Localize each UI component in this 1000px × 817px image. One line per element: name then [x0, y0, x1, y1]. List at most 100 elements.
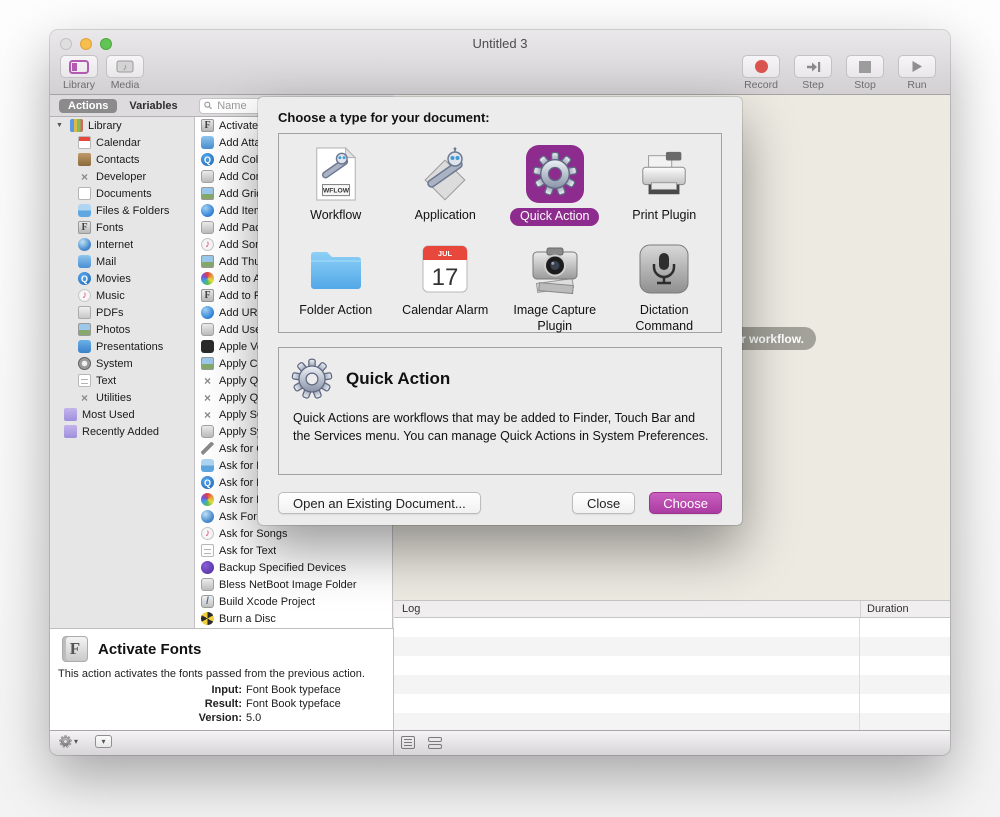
- sidebar-item-utilities[interactable]: ×Utilities: [50, 389, 194, 406]
- safari-icon: [201, 306, 214, 319]
- doc-type-folder-action[interactable]: Folder Action: [281, 234, 391, 334]
- action-item-label: Ask for F: [219, 460, 263, 472]
- search-icon: [204, 101, 212, 110]
- record-button[interactable]: Record: [738, 55, 784, 91]
- doc-icon: [78, 187, 91, 200]
- doc-type-print-plugin[interactable]: Print Plugin: [610, 139, 720, 234]
- library-books-icon: [70, 119, 83, 132]
- smart-icon: [64, 425, 77, 438]
- action-item-label: Ask for Text: [219, 545, 276, 557]
- type-detail-description: Quick Actions are workflows that may be …: [291, 409, 709, 445]
- purple-icon: [201, 561, 214, 574]
- action-item-bless-netboot-image-folder[interactable]: Bless NetBoot Image Folder: [195, 576, 392, 593]
- robot-icon: [201, 221, 214, 234]
- sidebar-item-internet[interactable]: Internet: [50, 236, 194, 253]
- x-icon: ×: [78, 170, 91, 183]
- workflow-icon: WFLOW: [307, 145, 365, 203]
- disclosure-triangle-icon[interactable]: ▼: [56, 122, 65, 129]
- sidebar-library-label: Library: [88, 120, 122, 132]
- dictation-command-icon: [635, 240, 693, 298]
- contacts-icon: [78, 153, 91, 166]
- library-button[interactable]: Library: [56, 55, 102, 91]
- svg-text:WFLOW: WFLOW: [323, 188, 350, 195]
- action-item-ask-for-text[interactable]: Ask for Text: [195, 542, 392, 559]
- itunes-icon: ♪: [201, 527, 214, 540]
- sidebar-item-most-used[interactable]: Most Used: [50, 406, 194, 423]
- sidebar-item-text[interactable]: Text: [50, 372, 194, 389]
- sidebar-item-calendar[interactable]: Calendar: [50, 134, 194, 151]
- sidebar-item-label: Presentations: [96, 341, 163, 353]
- step-button-label: Step: [802, 79, 824, 91]
- stop-button-label: Stop: [854, 79, 876, 91]
- doc-type-label: Folder Action: [299, 303, 372, 319]
- sidebar-item-contacts[interactable]: Contacts: [50, 151, 194, 168]
- workflow-view-button[interactable]: [428, 737, 442, 749]
- sidebar-item-documents[interactable]: Documents: [50, 185, 194, 202]
- action-item-backup-specified-devices[interactable]: Backup Specified Devices: [195, 559, 392, 576]
- media-button-label: Media: [111, 79, 140, 91]
- doc-type-workflow[interactable]: WFLOWWorkflow: [281, 139, 391, 234]
- sidebar-item-presentations[interactable]: Presentations: [50, 338, 194, 355]
- sidebar-item-music[interactable]: ♪Music: [50, 287, 194, 304]
- run-button[interactable]: Run: [894, 55, 940, 91]
- sidebar-item-label: Internet: [96, 239, 133, 251]
- doc-type-dictation-command[interactable]: Dictation Command: [610, 234, 720, 334]
- log-list-view-button[interactable]: [401, 736, 415, 749]
- xcode-icon: /: [201, 595, 214, 608]
- stop-button[interactable]: Stop: [842, 55, 888, 91]
- sidebar-item-mail[interactable]: Mail: [50, 253, 194, 270]
- log-column-header[interactable]: Log: [394, 603, 860, 615]
- sidebar-item-pdfs[interactable]: PDFs: [50, 304, 194, 321]
- sidebar-item-recently-added[interactable]: Recently Added: [50, 423, 194, 440]
- action-item-burn-a-disc[interactable]: Burn a Disc: [195, 610, 392, 627]
- action-item-label: Burn a Disc: [219, 613, 276, 625]
- log-header: Log Duration: [394, 600, 950, 618]
- sidebar-item-photos[interactable]: Photos: [50, 321, 194, 338]
- collapse-action-view-button[interactable]: ▾: [95, 735, 112, 748]
- dialog-prompt: Choose a type for your document:: [258, 97, 742, 133]
- sidebar-item-files-folders[interactable]: Files & Folders: [50, 202, 194, 219]
- choose-button[interactable]: Choose: [649, 492, 722, 514]
- tab-variables[interactable]: Variables: [129, 100, 177, 112]
- action-detail-description: This action activates the fonts passed f…: [50, 662, 393, 680]
- itunes-icon: ♪: [78, 289, 91, 302]
- sidebar-item-label: Mail: [96, 256, 116, 268]
- dialog-close-button[interactable]: Close: [572, 492, 635, 514]
- sidebar-item-system[interactable]: System: [50, 355, 194, 372]
- open-existing-document-button[interactable]: Open an Existing Document...: [278, 492, 481, 514]
- step-button[interactable]: Step: [790, 55, 836, 91]
- action-item-build-xcode-project[interactable]: /Build Xcode Project: [195, 593, 392, 610]
- library-button-label: Library: [63, 79, 95, 91]
- fonts-icon: F: [201, 289, 214, 302]
- media-button[interactable]: ♪ Media: [102, 55, 148, 91]
- action-item-label: Apply Sy: [219, 426, 262, 438]
- doc-type-calendar-alarm[interactable]: JUL 17Calendar Alarm: [391, 234, 501, 334]
- doc-type-application[interactable]: Application: [391, 139, 501, 234]
- toolbar: Library ♪ Media Record Step: [56, 55, 940, 93]
- stop-icon: [859, 61, 871, 73]
- doc-type-image-capture-plugin[interactable]: Image Capture Plugin: [500, 234, 610, 334]
- tab-actions[interactable]: Actions: [59, 99, 117, 113]
- sidebar-item-fonts[interactable]: FFonts: [50, 219, 194, 236]
- duration-column-header[interactable]: Duration: [860, 601, 950, 617]
- quick-action-icon: [526, 145, 584, 203]
- action-item-label: Add Thu: [219, 256, 260, 268]
- detail-field-input: Input:Font Book typeface: [50, 683, 393, 697]
- sidebar-library-root[interactable]: ▼ Library: [50, 117, 194, 134]
- action-options-gear-menu[interactable]: ▾: [59, 735, 78, 748]
- doc-type-quick-action[interactable]: Quick Action: [500, 139, 610, 234]
- gear-icon: [291, 358, 333, 400]
- sidebar-item-movies[interactable]: QMovies: [50, 270, 194, 287]
- step-icon: [806, 61, 821, 73]
- action-detail-pane: F Activate Fonts This action activates t…: [50, 628, 394, 730]
- action-item-label: Bless NetBoot Image Folder: [219, 579, 357, 591]
- sidebar-item-developer[interactable]: ×Developer: [50, 168, 194, 185]
- fonts-icon: F: [201, 119, 214, 132]
- terminal-icon: [201, 340, 214, 353]
- sidebar-item-label: Utilities: [96, 392, 131, 404]
- qt-icon: Q: [201, 153, 214, 166]
- folder-action-icon: [307, 240, 365, 298]
- action-item-ask-for-songs[interactable]: ♪Ask for Songs: [195, 525, 392, 542]
- image-icon: [201, 357, 214, 370]
- library-tabs: Actions Variables: [50, 99, 195, 113]
